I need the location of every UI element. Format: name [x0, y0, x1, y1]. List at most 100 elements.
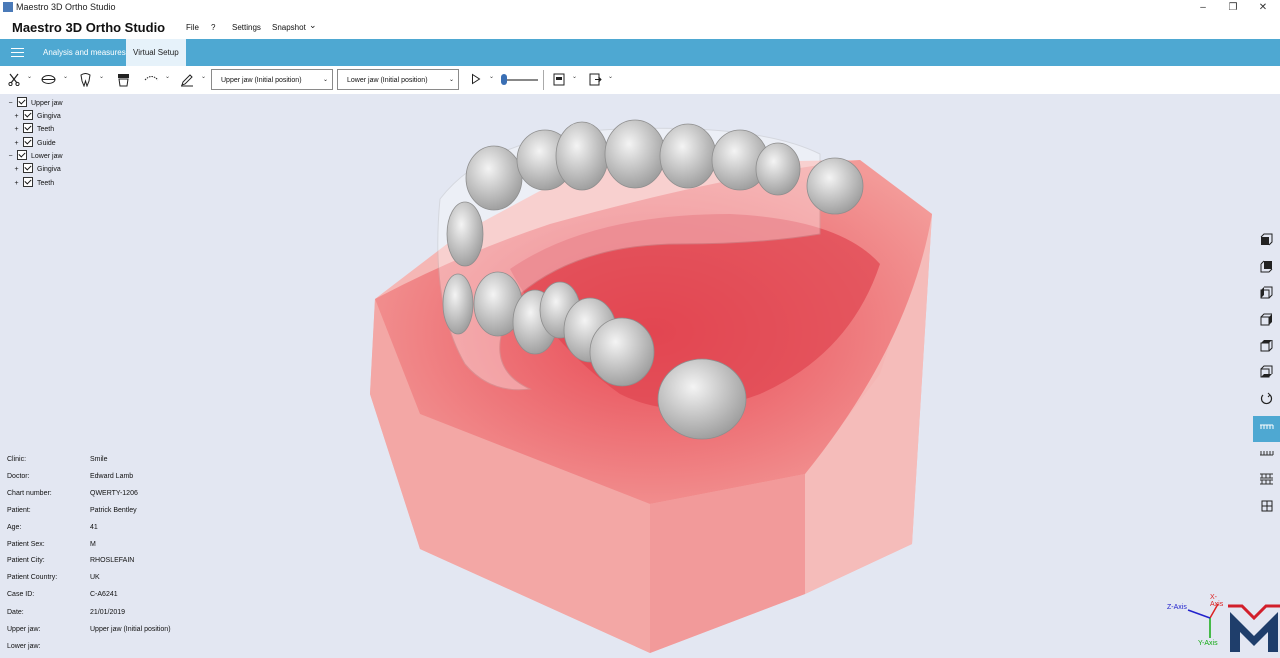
tree-item-label: Lower jaw	[31, 153, 63, 160]
upper-jaw-checkbox[interactable]	[17, 97, 27, 108]
arch-dropdown-icon[interactable]: ⌄	[165, 73, 170, 80]
upper-guide-checkbox[interactable]	[23, 137, 33, 148]
info-key: Age:	[7, 524, 22, 531]
tree-item-upper-jaw[interactable]: − Upper jaw	[6, 97, 63, 110]
menu-settings[interactable]: Settings	[232, 23, 261, 32]
view-top-icon[interactable]	[1253, 336, 1280, 362]
window-title: Maestro 3D Ortho Studio	[16, 2, 116, 12]
expand-icon[interactable]: +	[12, 124, 21, 136]
upper-gingiva-checkbox[interactable]	[23, 110, 33, 121]
info-key: Case ID:	[7, 591, 35, 598]
collapse-icon[interactable]: −	[6, 151, 15, 163]
ribbon: Analysis and measures Virtual Setup	[0, 39, 1280, 66]
animation-slider-thumb[interactable]	[501, 74, 507, 85]
tree-item-lower-jaw[interactable]: − Lower jaw	[6, 150, 63, 163]
jaw-model	[370, 119, 932, 653]
jaw-icon[interactable]	[41, 73, 56, 90]
x-axis-label: X-Axis	[1210, 594, 1224, 608]
info-value: M	[90, 541, 96, 548]
play-dropdown-icon[interactable]: ⌄	[489, 73, 494, 80]
upper-teeth-checkbox[interactable]	[23, 123, 33, 134]
aligner-icon[interactable]	[117, 73, 130, 91]
tree-item-label: Teeth	[37, 126, 55, 133]
hamburger-menu-icon[interactable]	[11, 48, 24, 57]
minimize-button[interactable]: –	[1188, 0, 1218, 15]
both-jaws-view-icon[interactable]	[1253, 469, 1280, 495]
pen-dropdown-icon[interactable]: ⌄	[201, 73, 206, 80]
tab-virtual-setup[interactable]: Virtual Setup	[126, 39, 186, 66]
export-dropdown-icon[interactable]: ⌄	[608, 73, 613, 80]
view-back-icon[interactable]	[1253, 257, 1280, 283]
axis-indicator: X-Axis Y-Axis Z-Axis	[1160, 592, 1230, 650]
info-key: Doctor:	[7, 473, 30, 480]
app-icon	[3, 2, 13, 12]
lower-gingiva-checkbox[interactable]	[23, 163, 33, 174]
y-axis-label: Y-Axis	[1198, 640, 1218, 647]
snapshot-chevron-icon[interactable]: ⌄	[309, 20, 317, 31]
info-key: Upper jaw:	[7, 626, 41, 633]
collapse-icon[interactable]: −	[6, 98, 15, 110]
upper-jaw-select[interactable]: Upper jaw (Initial position) ⌄	[211, 69, 333, 90]
menu-file[interactable]: File	[186, 23, 199, 32]
tooth-icon[interactable]	[79, 73, 92, 91]
upper-jaw-select-value: Upper jaw (Initial position)	[221, 77, 302, 84]
maestro-logo-icon	[1228, 604, 1280, 653]
toolbar: ⌄ ⌄ ⌄ ⌄ ⌄ Upper jaw (Initial position) ⌄…	[0, 66, 1280, 94]
scissors-icon[interactable]	[8, 73, 20, 90]
tree-item-label: Guide	[37, 140, 56, 147]
menu-help[interactable]: ?	[211, 23, 215, 32]
tree-item-label: Upper jaw	[31, 100, 63, 107]
arch-icon[interactable]	[144, 73, 159, 87]
menu-snapshot[interactable]: Snapshot	[272, 23, 306, 32]
info-value: 41	[90, 524, 98, 531]
expand-icon[interactable]: +	[12, 138, 21, 150]
info-key: Date:	[7, 609, 24, 616]
lower-jaw-view-icon[interactable]	[1253, 442, 1280, 468]
jaw-dropdown-icon[interactable]: ⌄	[63, 73, 68, 80]
lower-teeth-checkbox[interactable]	[23, 177, 33, 188]
tab-analysis-and-measures[interactable]: Analysis and measures	[36, 39, 133, 66]
pen-icon[interactable]	[180, 73, 194, 91]
tree-item-upper-gingiva[interactable]: + Gingiva	[12, 110, 61, 123]
lower-jaw-select[interactable]: Lower jaw (Initial position) ⌄	[337, 69, 459, 90]
play-icon[interactable]	[471, 73, 481, 89]
upper-jaw-view-icon[interactable]	[1253, 416, 1280, 442]
expand-icon[interactable]: +	[12, 178, 21, 190]
export-pdf-dropdown-icon[interactable]: ⌄	[572, 73, 577, 80]
info-key: Patient:	[7, 507, 31, 514]
tree-item-lower-gingiva[interactable]: + Gingiva	[12, 163, 61, 176]
tree-item-upper-teeth[interactable]: + Teeth	[12, 123, 55, 136]
tree-item-label: Gingiva	[37, 113, 61, 120]
close-button[interactable]: ✕	[1248, 0, 1278, 15]
view-bottom-icon[interactable]	[1253, 362, 1280, 388]
view-right-icon[interactable]	[1253, 310, 1280, 336]
animation-slider-track[interactable]	[503, 79, 538, 81]
tooth-dropdown-icon[interactable]: ⌄	[99, 73, 104, 80]
menu-bar: Maestro 3D Ortho Studio File ? Settings …	[0, 15, 1280, 39]
expand-icon[interactable]: +	[12, 111, 21, 123]
view-left-icon[interactable]	[1253, 283, 1280, 309]
scissors-dropdown-icon[interactable]: ⌄	[27, 73, 32, 80]
chevron-down-icon: ⌄	[322, 77, 328, 83]
app-brand: Maestro 3D Ortho Studio	[12, 20, 166, 35]
tree-item-label: Teeth	[37, 180, 55, 187]
view-toolbar	[1253, 94, 1280, 653]
export-pdf-icon[interactable]	[553, 73, 565, 90]
tree-item-lower-teeth[interactable]: + Teeth	[12, 177, 55, 190]
info-key: Patient Country:	[7, 574, 58, 581]
lower-jaw-select-value: Lower jaw (Initial position)	[347, 77, 428, 84]
info-value: Smile	[90, 456, 108, 463]
tree-item-upper-guide[interactable]: + Guide	[12, 137, 56, 150]
info-value: UK	[90, 574, 100, 581]
export-icon[interactable]	[589, 73, 602, 90]
view-front-icon[interactable]	[1253, 230, 1280, 256]
info-key: Clinic:	[7, 456, 27, 463]
expand-icon[interactable]: +	[12, 164, 21, 176]
title-bar: Maestro 3D Ortho Studio – ❐ ✕	[0, 0, 1280, 15]
info-value: Upper jaw (Initial position)	[90, 626, 171, 633]
restore-button[interactable]: ❐	[1218, 0, 1248, 15]
grid-icon[interactable]	[1253, 496, 1280, 522]
3d-viewport[interactable]	[260, 94, 1253, 653]
rotate-icon[interactable]	[1253, 389, 1280, 415]
lower-jaw-checkbox[interactable]	[17, 150, 27, 161]
